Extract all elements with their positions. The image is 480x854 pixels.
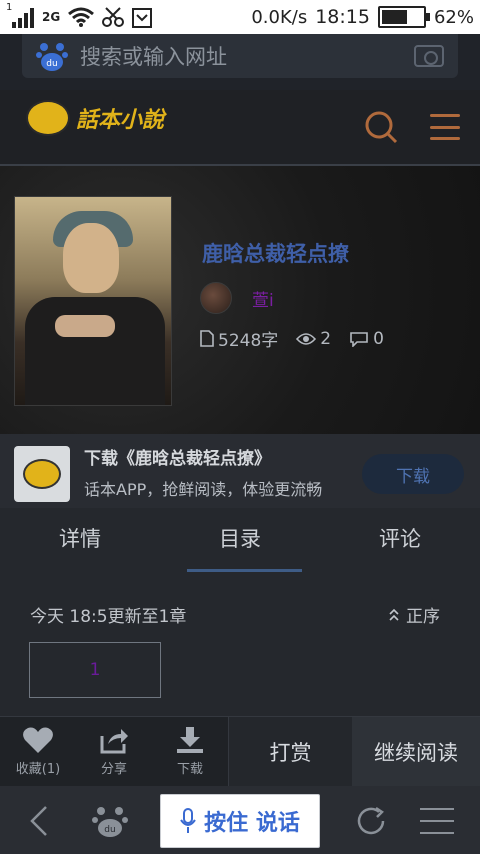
download-button[interactable]: 下载 bbox=[362, 454, 464, 494]
scissors-icon bbox=[102, 7, 125, 27]
reward-button[interactable]: 打赏 bbox=[228, 717, 352, 786]
battery-percent: 62% bbox=[433, 6, 474, 28]
document-icon bbox=[200, 330, 214, 347]
action-bar: 收藏(1) 分享 下载 打赏 继续阅读 bbox=[0, 716, 480, 786]
browser-menu-icon[interactable] bbox=[420, 808, 454, 834]
book-title: 鹿晗总裁轻点撩 bbox=[202, 242, 349, 266]
continue-reading-button[interactable]: 继续阅读 bbox=[352, 717, 480, 786]
share-icon bbox=[100, 729, 128, 754]
svg-text:du: du bbox=[104, 825, 115, 835]
signal-icon: 1 bbox=[6, 2, 34, 28]
network-type: 2G bbox=[42, 10, 61, 24]
comment-icon bbox=[350, 331, 368, 347]
download-icon bbox=[177, 727, 203, 753]
site-logo[interactable]: 話本小說 bbox=[26, 100, 164, 136]
word-count: 5248字 bbox=[200, 326, 278, 351]
voice-input-button[interactable]: 按住 说话 bbox=[160, 794, 320, 848]
author-name[interactable]: 萱i bbox=[252, 286, 274, 311]
book-stats: 5248字 2 0 bbox=[200, 326, 384, 351]
search-icon[interactable] bbox=[364, 110, 398, 144]
word-count-value: 5248字 bbox=[218, 331, 279, 351]
download-label: 下载 bbox=[176, 762, 203, 777]
clock: 18:15 bbox=[315, 6, 370, 28]
download-title: 下载《鹿晗总裁轻点撩》 bbox=[84, 449, 271, 469]
tab-catalog[interactable]: 目录 bbox=[160, 508, 320, 574]
share-label: 分享 bbox=[100, 762, 127, 777]
favorite-label: 收藏(1) bbox=[15, 762, 61, 777]
book-cover[interactable] bbox=[14, 196, 172, 406]
battery-icon bbox=[377, 6, 430, 28]
search-input[interactable]: du 搜索或输入网址 bbox=[22, 34, 458, 78]
voice-label: 按住 说话 bbox=[204, 811, 300, 836]
tab-details[interactable]: 详情 bbox=[0, 508, 160, 574]
share-button[interactable]: 分享 bbox=[76, 717, 152, 786]
update-info: 今天 18:5更新至1章 bbox=[30, 607, 187, 627]
comment-count-value: 0 bbox=[373, 328, 384, 349]
back-icon[interactable] bbox=[24, 804, 54, 838]
refresh-icon[interactable] bbox=[354, 804, 388, 838]
baidu-paw-icon: du bbox=[36, 43, 68, 71]
site-header: 話本小說 bbox=[0, 90, 480, 166]
app-icon bbox=[14, 446, 70, 502]
chapter-item[interactable]: 1 bbox=[29, 642, 161, 698]
catalog-panel: 今天 18:5更新至1章 正序 1 bbox=[0, 574, 480, 716]
tab-comments[interactable]: 评论 bbox=[320, 508, 480, 574]
network-speed: 0.0K/s bbox=[251, 6, 308, 28]
eye-icon bbox=[296, 332, 317, 345]
browser-search-area: du 搜索或输入网址 bbox=[0, 34, 480, 90]
view-count: 2 bbox=[296, 329, 331, 349]
sort-label: 正序 bbox=[406, 607, 440, 627]
status-bar: 1 2G 0.0K/s 18:15 62% bbox=[0, 0, 480, 34]
sort-toggle[interactable]: 正序 bbox=[388, 602, 440, 627]
camera-icon[interactable] bbox=[414, 45, 444, 67]
book-hero: 鹿晗总裁轻点撩 萱i 5248字 2 0 bbox=[0, 166, 480, 434]
sim-number: 1 bbox=[6, 2, 13, 13]
clipboard-icon bbox=[132, 8, 153, 28]
logo-text: 話本小說 bbox=[76, 107, 165, 133]
browser-bottom-nav: du 按住 说话 bbox=[0, 786, 480, 854]
favorite-button[interactable]: 收藏(1) bbox=[0, 717, 76, 786]
author-row[interactable]: 萱i bbox=[200, 282, 274, 314]
sort-arrows-icon bbox=[389, 608, 399, 621]
download-action-button[interactable]: 下载 bbox=[152, 717, 228, 786]
microphone-icon bbox=[180, 808, 196, 833]
download-banner: 下载《鹿晗总裁轻点撩》 话本APP，抢鲜阅读，体验更流畅 下载 bbox=[0, 434, 480, 508]
view-count-value: 2 bbox=[320, 328, 332, 349]
speech-bubble-icon bbox=[26, 100, 70, 136]
svg-text:du: du bbox=[46, 59, 57, 69]
baidu-home-icon[interactable]: du bbox=[92, 804, 128, 838]
wifi-icon bbox=[68, 7, 95, 27]
search-placeholder: 搜索或输入网址 bbox=[80, 45, 227, 69]
tab-bar: 详情 目录 评论 bbox=[0, 508, 480, 574]
heart-icon bbox=[23, 727, 53, 753]
menu-icon[interactable] bbox=[430, 114, 460, 140]
author-avatar[interactable] bbox=[200, 282, 232, 314]
comment-count: 0 bbox=[349, 329, 384, 349]
download-subtitle: 话本APP，抢鲜阅读，体验更流畅 bbox=[84, 480, 323, 499]
